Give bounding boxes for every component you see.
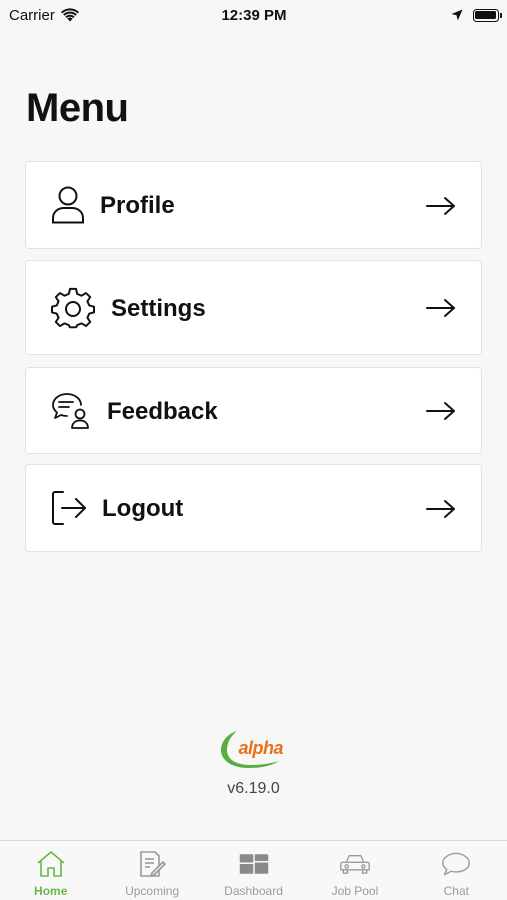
car-icon [340,849,370,879]
dashboard-icon [239,849,269,879]
status-right [339,8,502,22]
arrow-right-icon [426,500,455,518]
person-icon [51,186,85,224]
page-title: Menu [26,86,129,130]
menu-item-label: Logout [102,495,184,522]
tab-dashboard[interactable]: Dashboard [203,841,304,900]
chat-bubble-icon [441,849,471,879]
tab-home[interactable]: Home [0,841,101,900]
status-time: 12:39 PM [221,6,287,24]
status-bar: Carrier 12:39 PM [0,0,507,30]
menu-item-feedback[interactable]: Feedback [25,367,482,454]
location-arrow-icon [451,9,463,21]
tab-label: Chat [443,884,469,898]
feedback-chat-icon [51,392,91,430]
menu-item-settings[interactable]: Settings [25,260,482,355]
menu-item-label: Feedback [107,398,218,425]
tab-label: Upcoming [125,884,180,898]
tab-bar: Home Upcoming Dashboard Job Pool Chat [0,840,507,900]
menu-item-label: Profile [100,192,175,219]
alpha-logo: alpha [219,728,289,772]
tab-job-pool[interactable]: Job Pool [304,841,405,900]
arrow-right-icon [426,197,455,215]
arrow-right-icon [426,299,455,317]
logout-icon [51,490,87,526]
home-icon [36,849,66,879]
tab-label: Dashboard [224,884,283,898]
menu-item-label: Settings [111,295,206,322]
tab-label: Home [34,884,68,898]
menu-item-profile[interactable]: Profile [25,161,482,249]
logo-text: alpha [238,738,284,758]
tab-label: Job Pool [331,884,379,898]
carrier-label: Carrier [9,6,55,24]
status-left: Carrier [9,7,169,24]
tab-chat[interactable]: Chat [406,841,507,900]
battery-icon [472,8,502,22]
menu-item-logout[interactable]: Logout [25,464,482,552]
wifi-icon [60,8,79,22]
arrow-right-icon [426,402,455,420]
app-branding: alpha v6.19.0 [0,728,507,798]
gear-icon [51,287,95,331]
app-version: v6.19.0 [227,780,280,797]
document-edit-icon [137,849,167,879]
tab-upcoming[interactable]: Upcoming [101,841,202,900]
